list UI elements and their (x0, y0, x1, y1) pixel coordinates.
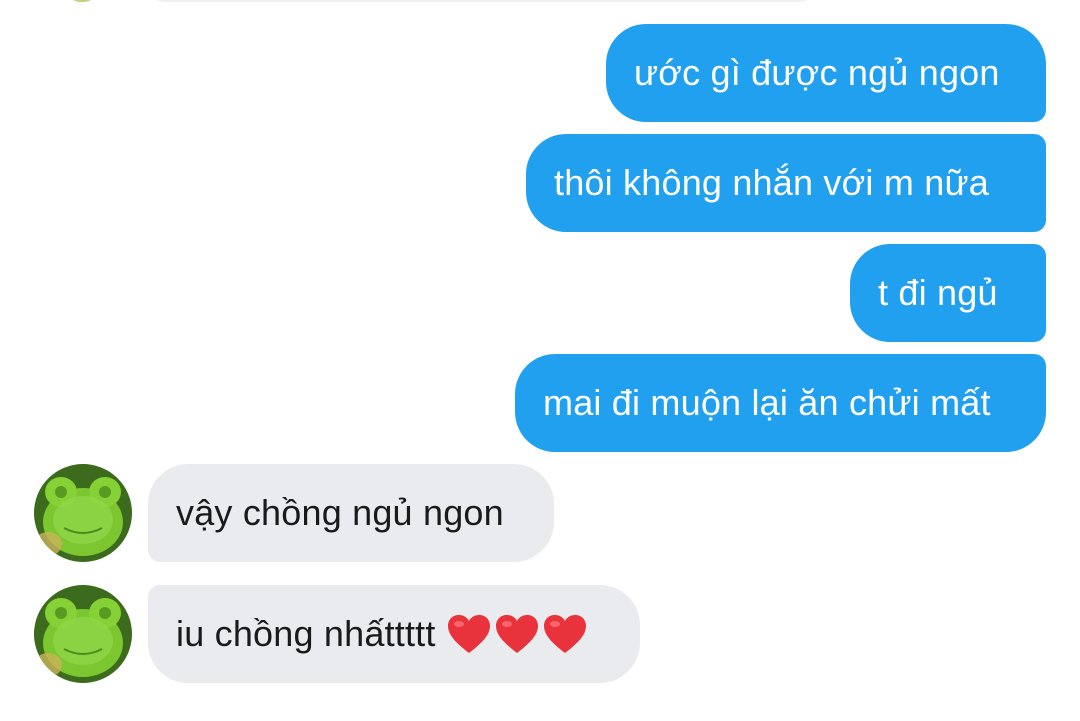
contact-avatar[interactable] (34, 585, 132, 683)
sent-message-bubble[interactable]: mai đi muộn lại ăn chửi mất (515, 354, 1046, 452)
heart-icon (447, 615, 490, 653)
message-text: vậy chồng ngủ ngon (176, 492, 504, 533)
chat-thread: ước gì được ngủ ngon thôi không nhắn với… (0, 0, 1080, 721)
sent-message-bubble[interactable]: ước gì được ngủ ngon (606, 24, 1046, 122)
heart-icon (543, 615, 586, 653)
message-text: thôi không nhắn với m nữa (554, 162, 989, 203)
sent-message-bubble[interactable]: thôi không nhắn với m nữa (526, 134, 1046, 232)
message-text: ước gì được ngủ ngon (634, 52, 1000, 93)
contact-avatar[interactable] (34, 464, 132, 562)
frog-avatar-icon (34, 464, 132, 562)
sent-message-bubble[interactable]: t đi ngủ (850, 244, 1046, 342)
received-message-bubble[interactable]: iu chồng nhấttttt (148, 585, 640, 683)
previous-message-fragment[interactable] (148, 0, 816, 2)
heart-icon (495, 615, 538, 653)
heart-emoji-group (446, 613, 588, 655)
message-text: mai đi muộn lại ăn chửi mất (543, 382, 991, 423)
message-text: t đi ngủ (878, 272, 998, 313)
message-text: iu chồng nhấttttt (176, 613, 436, 654)
frog-avatar-icon (34, 585, 132, 683)
previous-avatar-fragment (68, 0, 96, 2)
received-message-bubble[interactable]: vậy chồng ngủ ngon (148, 464, 554, 562)
